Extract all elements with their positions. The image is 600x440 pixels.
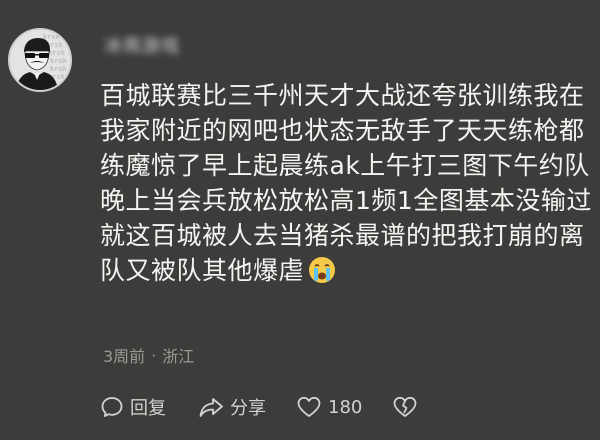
avatar-portrait-icon: krsk krsk krsk krsk krsk krsk bbox=[10, 30, 70, 90]
comment-line: 练魔惊了早上起晨练ak上午打三图下午约队 bbox=[100, 151, 590, 180]
svg-text:krsk: krsk bbox=[50, 57, 68, 65]
comment-line-text: 队又被队其他爆虐 bbox=[100, 256, 305, 285]
comment-meta: 3周前 · 浙江 bbox=[103, 343, 194, 367]
comment-line: 就这百城被人去当猪杀最谱的把我打崩的离 bbox=[100, 221, 585, 250]
broken-heart-icon bbox=[393, 396, 417, 417]
username-text: 冰雨游戏 bbox=[104, 36, 180, 57]
share-arrow-icon bbox=[199, 398, 223, 417]
comment-body: 百城联赛比三千州天才大战还夸张训练我在 我家附近的网吧也状态无敌手了天天练枪都 … bbox=[100, 78, 596, 293]
avatar[interactable]: krsk krsk krsk krsk krsk krsk bbox=[8, 28, 72, 92]
comment-actions: 回复 分享 180 bbox=[100, 394, 418, 420]
share-button[interactable]: 分享 bbox=[198, 394, 266, 420]
dislike-button[interactable] bbox=[392, 395, 418, 419]
reply-bubble-icon bbox=[101, 397, 123, 417]
crying-face-emoji-icon bbox=[308, 256, 336, 293]
comment-line: 我家附近的网吧也状态无敌手了天天练枪都 bbox=[100, 116, 585, 145]
svg-text:krsk: krsk bbox=[48, 49, 66, 57]
comment-card: krsk krsk krsk krsk krsk krsk 冰雨游戏 百城联赛比… bbox=[0, 0, 600, 440]
meta-separator: · bbox=[151, 345, 157, 365]
comment-line: 百城联赛比三千州天才大战还夸张训练我在 bbox=[100, 81, 585, 110]
svg-text:krsk: krsk bbox=[50, 65, 68, 73]
reply-button[interactable]: 回复 bbox=[100, 394, 166, 420]
username[interactable]: 冰雨游戏 bbox=[104, 32, 180, 58]
like-button[interactable]: 180 bbox=[296, 395, 362, 419]
comment-line-last: 队又被队其他爆虐 bbox=[100, 253, 596, 293]
reply-label: 回复 bbox=[130, 398, 166, 419]
comment-location: 浙江 bbox=[162, 347, 195, 366]
share-label: 分享 bbox=[230, 398, 266, 419]
like-count: 180 bbox=[328, 396, 363, 418]
svg-text:krsk: krsk bbox=[43, 33, 61, 41]
heart-icon bbox=[297, 396, 321, 417]
comment-time: 3周前 bbox=[103, 347, 146, 366]
comment-line: 晚上当会兵放松放松高1频1全图基本没输过 bbox=[100, 186, 592, 215]
